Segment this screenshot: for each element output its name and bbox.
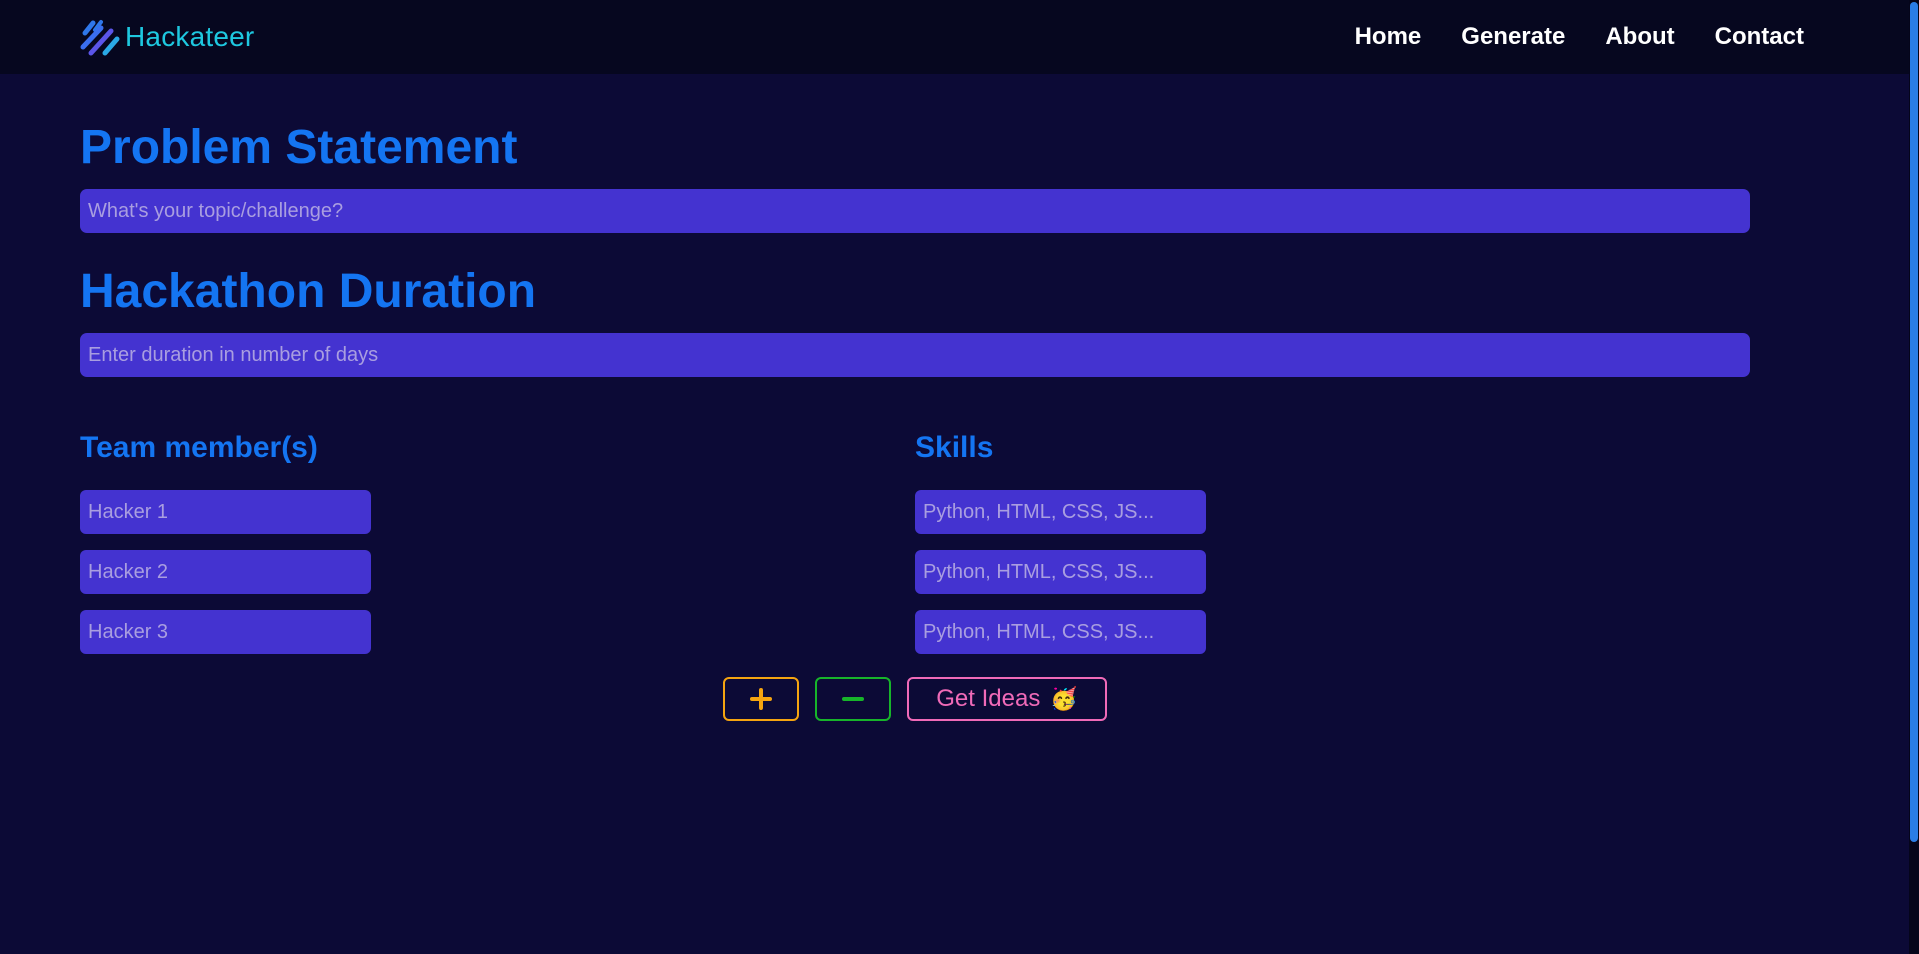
team-members-title: Team member(s) — [80, 431, 318, 464]
skills-input-3[interactable] — [915, 610, 1206, 654]
nav-about-link[interactable]: About — [1605, 22, 1674, 52]
hackathon-duration-input[interactable] — [80, 333, 1750, 377]
party-face-icon: 🥳 — [1050, 686, 1078, 711]
brand-name: Hackateer — [125, 21, 255, 52]
nav-contact-link[interactable]: Contact — [1715, 22, 1804, 52]
team-member-input-1[interactable] — [80, 490, 371, 534]
minus-icon — [842, 697, 864, 701]
problem-statement-title: Problem Statement — [80, 121, 518, 174]
get-ideas-button[interactable]: Get Ideas 🥳 — [907, 677, 1107, 721]
nav-links: Home Generate About Contact — [1355, 22, 1804, 52]
hackathon-duration-title: Hackathon Duration — [80, 265, 537, 318]
team-member-input-2[interactable] — [80, 550, 371, 594]
nav-generate-link[interactable]: Generate — [1461, 22, 1565, 52]
add-member-button[interactable] — [723, 677, 799, 721]
brand-link[interactable]: Hackateer — [79, 17, 254, 57]
plus-icon — [750, 688, 772, 710]
skills-input-2[interactable] — [915, 550, 1206, 594]
nav-home-link[interactable]: Home — [1355, 22, 1422, 52]
page-scrollbar[interactable] — [1909, 0, 1919, 954]
skills-title: Skills — [915, 431, 994, 464]
scrollbar-thumb[interactable] — [1910, 2, 1918, 842]
top-navbar: Hackateer Home Generate About Contact — [0, 0, 1909, 74]
skills-input-1[interactable] — [915, 490, 1206, 534]
get-ideas-label: Get Ideas — [936, 685, 1041, 712]
team-member-input-3[interactable] — [80, 610, 371, 654]
problem-statement-input[interactable] — [80, 189, 1750, 233]
remove-member-button[interactable] — [815, 677, 891, 721]
hackateer-logo-icon — [80, 20, 120, 56]
